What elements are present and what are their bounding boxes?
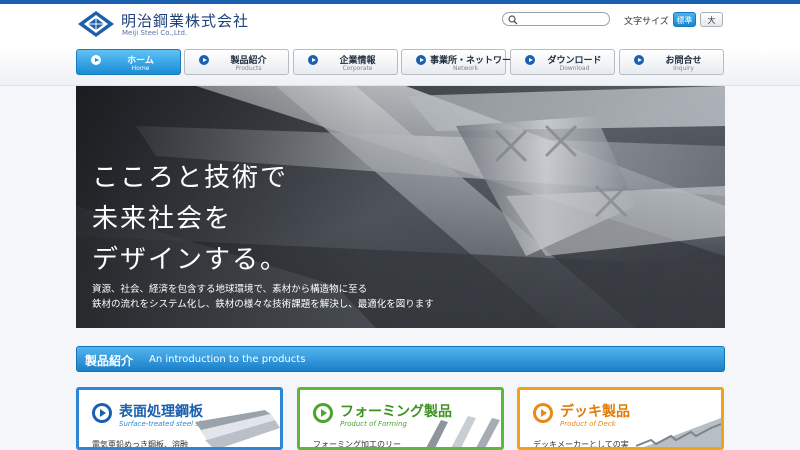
card-description: デッキメーカーとしての実 (533, 440, 629, 449)
hero-headline-line: 未来社会を (92, 204, 233, 234)
nav-item-corporate[interactable]: 企業情報 Corporate (293, 49, 398, 75)
nav-sublabel: Home (131, 65, 150, 72)
company-logo[interactable]: 明治鋼業株式会社 Meiji Steel Co.,Ltd. (77, 8, 250, 42)
play-arrow-icon (308, 55, 318, 65)
play-circle-icon (313, 403, 333, 423)
nav-sublabel: Corporate (342, 65, 373, 72)
hero-subtext-line: 資源、社会、経済を包含する地球環境で、素材から構造物に至る (92, 284, 368, 295)
font-size-standard-button[interactable]: 標準 (673, 12, 696, 27)
product-card-deck[interactable]: デッキ製品 Product of Deck デッキメーカーとしての実 (517, 387, 724, 450)
forming-product-image (426, 416, 500, 447)
section-title: 製品紹介 (85, 354, 134, 368)
steel-sheet-image (195, 410, 280, 447)
search-icon (508, 15, 518, 25)
card-description: 電気亜鉛めっき鋼板、溶融 (92, 440, 188, 449)
card-subtitle: Product of Forming (340, 420, 407, 428)
hero-headline-line: こころと技術で (92, 163, 289, 193)
products-section-header: 製品紹介 An introduction to the products (76, 346, 725, 372)
play-arrow-icon (199, 55, 209, 65)
nav-item-network[interactable]: 事業所・ネットワーク Network (401, 49, 520, 75)
nav-item-products[interactable]: 製品紹介 Products (184, 49, 289, 75)
nav-item-inquiry[interactable]: お問合せ Inquiry (619, 49, 724, 75)
site-header: 明治鋼業株式会社 Meiji Steel Co.,Ltd. 文字サイズ 標準 大 (0, 4, 800, 48)
section-title-en: An introduction to the products (149, 354, 306, 365)
play-arrow-icon (525, 55, 535, 65)
company-name-en: Meiji Steel Co.,Ltd. (122, 29, 188, 37)
nav-sublabel: Inquiry (673, 65, 694, 72)
play-circle-icon (533, 403, 553, 423)
card-description: フォーミング加工のリー (313, 440, 401, 449)
play-arrow-icon (416, 55, 426, 65)
hero-headline: こころと技術で 未来社会を デザインする。 (92, 158, 288, 281)
font-size-label: 文字サイズ (624, 17, 669, 27)
global-nav: ホーム Home 製品紹介 Products 企業情報 Corporate 事業… (0, 48, 800, 86)
product-card-forming[interactable]: フォーミング製品 Product of Forming フォーミング加工のリー (297, 387, 504, 450)
play-circle-icon (92, 403, 112, 423)
nav-item-download[interactable]: ダウンロード Download (510, 49, 615, 75)
nav-sublabel: Download (559, 65, 590, 72)
card-subtitle: Product of Deck (560, 420, 616, 428)
search-input[interactable] (519, 13, 607, 25)
nav-sublabel: Products (235, 65, 262, 72)
nav-item-home[interactable]: ホーム Home (76, 49, 181, 75)
company-name: 明治鋼業株式会社 (121, 12, 250, 30)
font-size-large-button[interactable]: 大 (700, 12, 723, 27)
product-card-surface-treated[interactable]: 表面処理鋼板 Surface-treated steel sheet 電気亜鉛め… (76, 387, 283, 450)
search-box[interactable] (502, 12, 610, 26)
hero-headline-line: デザインする。 (92, 245, 289, 275)
card-title: デッキ製品 (560, 404, 630, 420)
card-title: 表面処理鋼板 (119, 404, 203, 420)
play-arrow-icon (634, 55, 644, 65)
hero-subtext-line: 鉄材の流れをシステム化し、鉄材の様々な技術課題を解決し、最適化を図ります (92, 299, 434, 310)
hero-subtext: 資源、社会、経済を包含する地球環境で、素材から構造物に至る 鉄材の流れをシステム… (92, 282, 434, 312)
hero-banner: こころと技術で 未来社会を デザインする。 資源、社会、経済を包含する地球環境で… (76, 86, 725, 328)
logo-mark-icon (78, 11, 114, 37)
play-arrow-icon (91, 55, 101, 65)
deck-product-image (636, 418, 721, 447)
nav-sublabel: Network (452, 65, 479, 72)
